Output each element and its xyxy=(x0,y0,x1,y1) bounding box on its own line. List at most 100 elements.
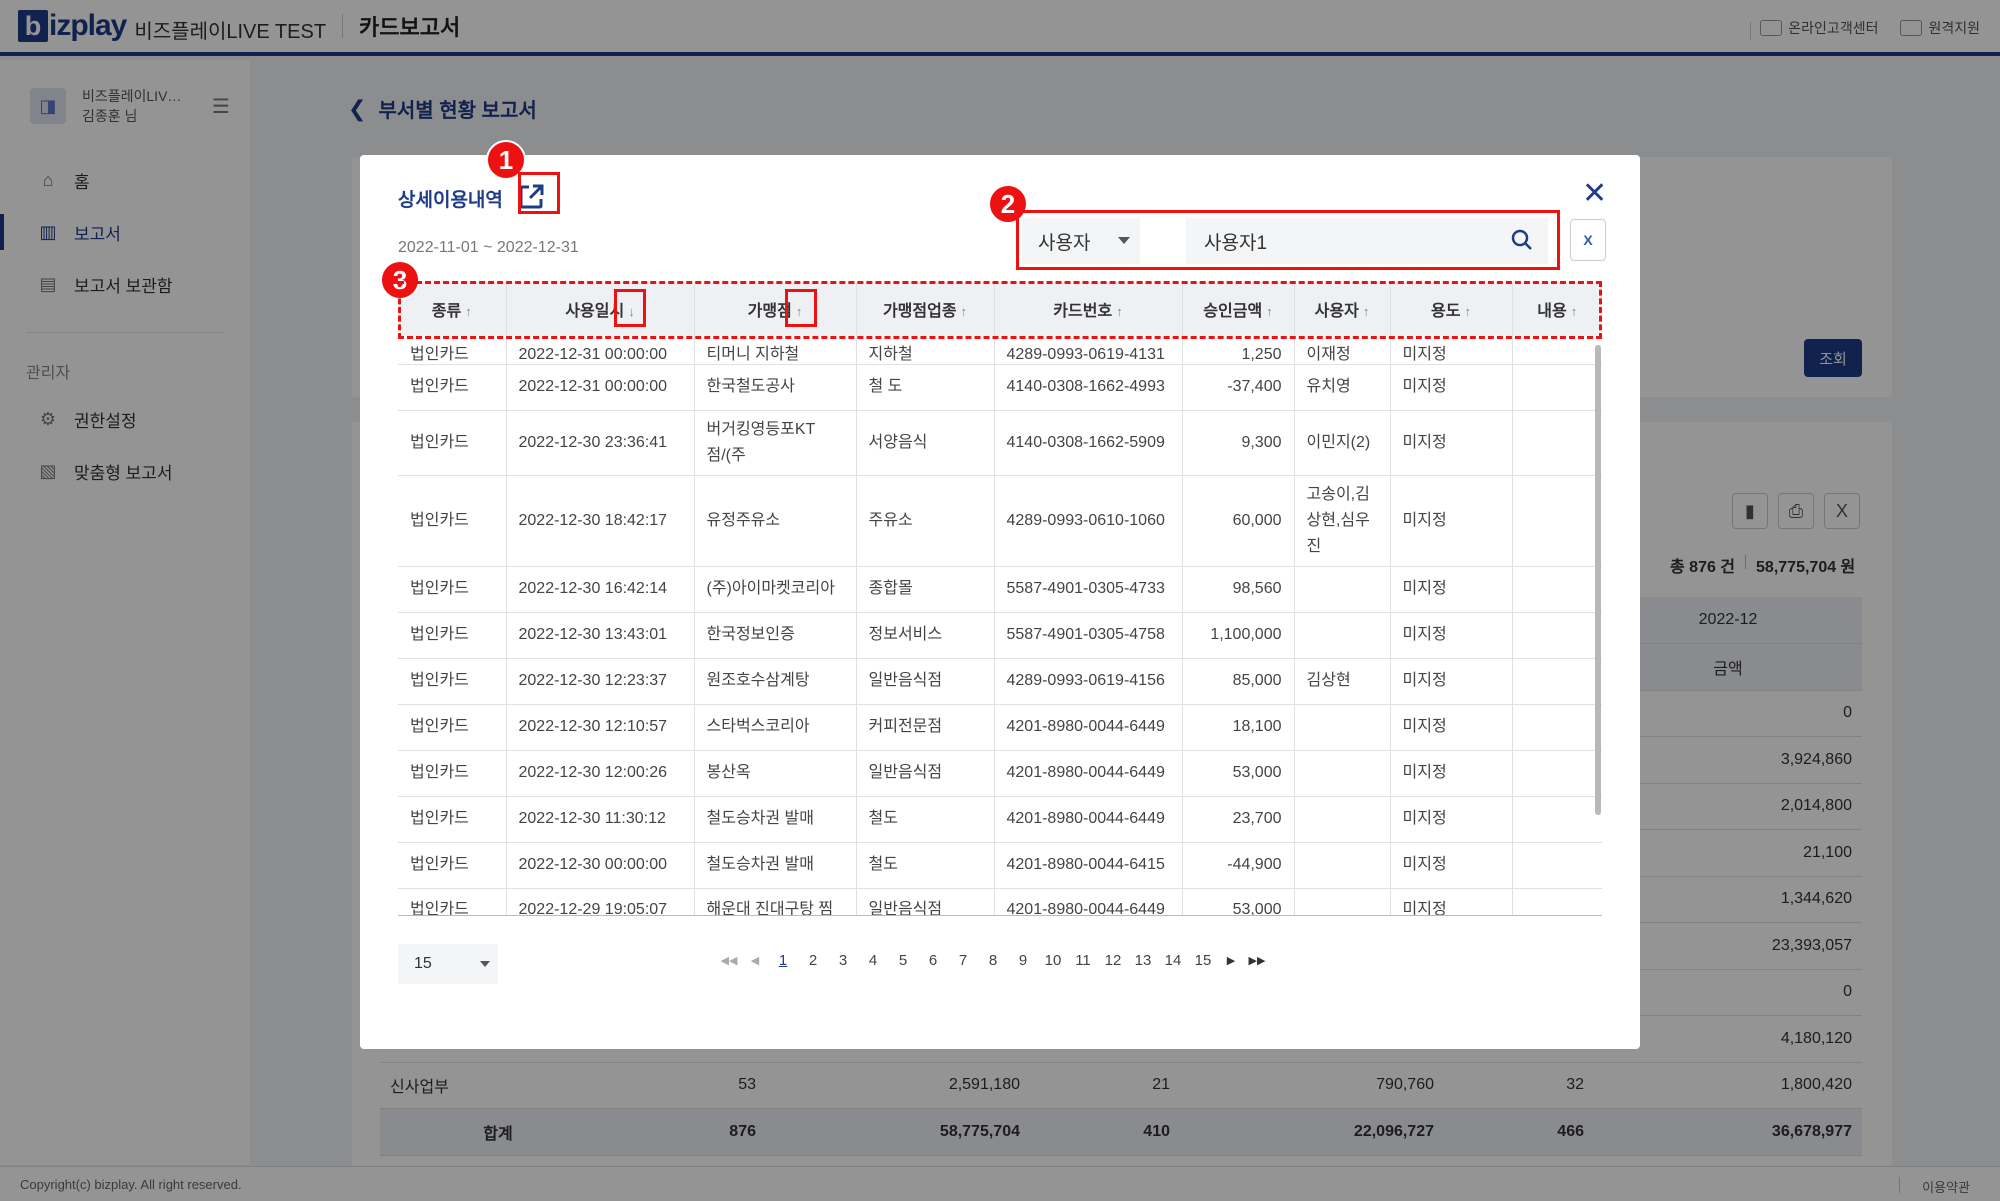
page-link-3[interactable]: 3 xyxy=(828,952,858,969)
page-link-1[interactable]: 1 xyxy=(768,952,798,969)
page-link-13[interactable]: 13 xyxy=(1128,952,1158,969)
cell-merchant: 봉산옥 xyxy=(694,750,857,797)
cell-purpose: 미지정 xyxy=(1390,475,1513,567)
cell-merchant-type: 정보서비스 xyxy=(856,612,995,659)
table-row[interactable]: 법인카드 2022-12-30 23:36:41 버거킹영등포KT점/(주 서양음식 4… xyxy=(398,410,1602,476)
cell-type: 법인카드 xyxy=(398,612,507,659)
usage-table-container[interactable]: 종류 ↑ 사용일시 ↓ 가맹점 ↑ 가맹점업종 ↑ 카드번호 ↑ 승인금액 ↑ 사용자 ↑ 용… xyxy=(398,282,1616,915)
date-range: 2022-11-01 ~ 2022-12-31 xyxy=(398,239,579,256)
cell-memo xyxy=(1512,888,1602,915)
cell-datetime: 2022-12-30 23:36:41 xyxy=(506,410,695,476)
page-link-6[interactable]: 6 xyxy=(918,952,948,969)
cell-type: 법인카드 xyxy=(398,888,507,915)
table-row[interactable]: 법인카드 2022-12-30 12:10:57 스타벅스코리아 커피전문점 4201-… xyxy=(398,704,1602,751)
page-link-15[interactable]: 15 xyxy=(1188,952,1218,969)
cell-merchant-type: 철 도 xyxy=(856,364,995,411)
page-link-14[interactable]: 14 xyxy=(1158,952,1188,969)
page-link-2[interactable]: 2 xyxy=(798,952,828,969)
page-link-11[interactable]: 11 xyxy=(1068,952,1098,969)
cell-memo xyxy=(1512,796,1602,843)
cell-user: 김상현 xyxy=(1294,658,1391,705)
page-link-5[interactable]: 5 xyxy=(888,952,918,969)
page-size-select[interactable]: 15 xyxy=(398,944,498,984)
excel-export-button[interactable]: X xyxy=(1570,219,1606,261)
cell-type: 법인카드 xyxy=(398,750,507,797)
annotation-box-filter xyxy=(1016,210,1560,270)
cell-amount: 1,100,000 xyxy=(1182,612,1295,659)
cell-merchant: 한국정보인증 xyxy=(694,612,857,659)
page-link-9[interactable]: 9 xyxy=(1008,952,1038,969)
cell-merchant-type: 일반음식점 xyxy=(856,888,995,915)
cell-memo xyxy=(1512,364,1602,411)
table-row[interactable]: 법인카드 2022-12-30 00:00:00 철도승차권 발매 철도 4201-89… xyxy=(398,842,1602,889)
annotation-box-sort-datetime xyxy=(614,289,646,327)
cell-amount: 85,000 xyxy=(1182,658,1295,705)
table-row[interactable]: 법인카드 2022-12-30 16:42:14 (주)아이마켓코리아 종합몰 5587… xyxy=(398,566,1602,613)
table-row[interactable]: 법인카드 2022-12-29 19:05:07 해운대 진대구탕 찜 일반음식점 42… xyxy=(398,888,1602,915)
cell-merchant-type: 일반음식점 xyxy=(856,750,995,797)
cell-purpose: 미지정 xyxy=(1390,888,1513,915)
cell-merchant: 철도승차권 발매 xyxy=(694,796,857,843)
table-row[interactable]: 법인카드 2022-12-31 00:00:00 한국철도공사 철 도 4140-030… xyxy=(398,364,1602,411)
cell-merchant-type: 철도 xyxy=(856,796,995,843)
page-link-8[interactable]: 8 xyxy=(978,952,1008,969)
table-row[interactable]: 법인카드 2022-12-31 00:00:00 티머니 지하철 지하철 4289-09… xyxy=(398,336,1602,365)
prev-page-icon[interactable]: ◀ xyxy=(742,954,768,967)
table-row[interactable]: 법인카드 2022-12-30 12:00:26 봉산옥 일반음식점 4201-8980… xyxy=(398,750,1602,797)
close-icon[interactable]: ✕ xyxy=(1582,179,1607,209)
page-link-7[interactable]: 7 xyxy=(948,952,978,969)
modal-title: 상세이용내역 xyxy=(398,190,503,211)
table-scrollbar[interactable] xyxy=(1595,345,1601,815)
cell-amount: 98,560 xyxy=(1182,566,1295,613)
cell-type: 법인카드 xyxy=(398,410,507,476)
page-link-12[interactable]: 12 xyxy=(1098,952,1128,969)
cell-card-number: 4201-8980-0044-6415 xyxy=(994,842,1183,889)
cell-merchant: 버거킹영등포KT점/(주 xyxy=(694,410,857,476)
cell-memo xyxy=(1512,475,1602,567)
first-page-icon[interactable]: ◀◀ xyxy=(716,954,742,967)
cell-datetime: 2022-12-31 00:00:00 xyxy=(506,336,695,365)
cell-purpose: 미지정 xyxy=(1390,612,1513,659)
table-row[interactable]: 법인카드 2022-12-30 12:23:37 원조호수삼계탕 일반음식점 4289-… xyxy=(398,658,1602,705)
cell-card-number: 4289-0993-0619-4156 xyxy=(994,658,1183,705)
next-page-icon[interactable]: ▶ xyxy=(1218,954,1244,967)
cell-memo xyxy=(1512,336,1602,365)
cell-merchant-type: 일반음식점 xyxy=(856,658,995,705)
last-page-icon[interactable]: ▶▶ xyxy=(1244,954,1270,967)
table-row[interactable]: 법인카드 2022-12-30 11:30:12 철도승차권 발매 철도 4201-89… xyxy=(398,796,1602,843)
cell-amount: 18,100 xyxy=(1182,704,1295,751)
cell-datetime: 2022-12-30 12:23:37 xyxy=(506,658,695,705)
excel-icon: X xyxy=(1583,232,1593,248)
page-link-4[interactable]: 4 xyxy=(858,952,888,969)
cell-user: 유치영 xyxy=(1294,364,1391,411)
cell-amount: 23,700 xyxy=(1182,796,1295,843)
cell-card-number: 5587-4901-0305-4733 xyxy=(994,566,1183,613)
cell-merchant: 한국철도공사 xyxy=(694,364,857,411)
cell-amount: -44,900 xyxy=(1182,842,1295,889)
cell-card-number: 4289-0993-0619-4131 xyxy=(994,336,1183,365)
cell-purpose: 미지정 xyxy=(1390,364,1513,411)
cell-memo xyxy=(1512,842,1602,889)
cell-user: 이민지(2) xyxy=(1294,410,1391,476)
cell-user: 고송이,김상현,심우진 xyxy=(1294,475,1391,567)
cell-datetime: 2022-12-30 11:30:12 xyxy=(506,796,695,843)
cell-datetime: 2022-12-29 19:05:07 xyxy=(506,888,695,915)
cell-user: 이재정 xyxy=(1294,336,1391,365)
chevron-down-icon xyxy=(480,961,490,967)
cell-merchant: (주)아이마켓코리아 xyxy=(694,566,857,613)
table-row[interactable]: 법인카드 2022-12-30 13:43:01 한국정보인증 정보서비스 5587-4… xyxy=(398,612,1602,659)
annotation-box-sort-merchant xyxy=(785,289,817,327)
cell-card-number: 4289-0993-0610-1060 xyxy=(994,475,1183,567)
cell-purpose: 미지정 xyxy=(1390,796,1513,843)
table-row[interactable]: 법인카드 2022-12-30 18:42:17 유정주유소 주유소 4289-0993… xyxy=(398,475,1602,567)
page-link-10[interactable]: 10 xyxy=(1038,952,1068,969)
cell-merchant: 원조호수삼계탕 xyxy=(694,658,857,705)
cell-card-number: 4140-0308-1662-4993 xyxy=(994,364,1183,411)
cell-user xyxy=(1294,704,1391,751)
annotation-box-header xyxy=(398,281,1602,339)
cell-type: 법인카드 xyxy=(398,704,507,751)
cell-amount: 1,250 xyxy=(1182,336,1295,365)
cell-card-number: 4140-0308-1662-5909 xyxy=(994,410,1183,476)
cell-amount: 60,000 xyxy=(1182,475,1295,567)
cell-type: 법인카드 xyxy=(398,796,507,843)
